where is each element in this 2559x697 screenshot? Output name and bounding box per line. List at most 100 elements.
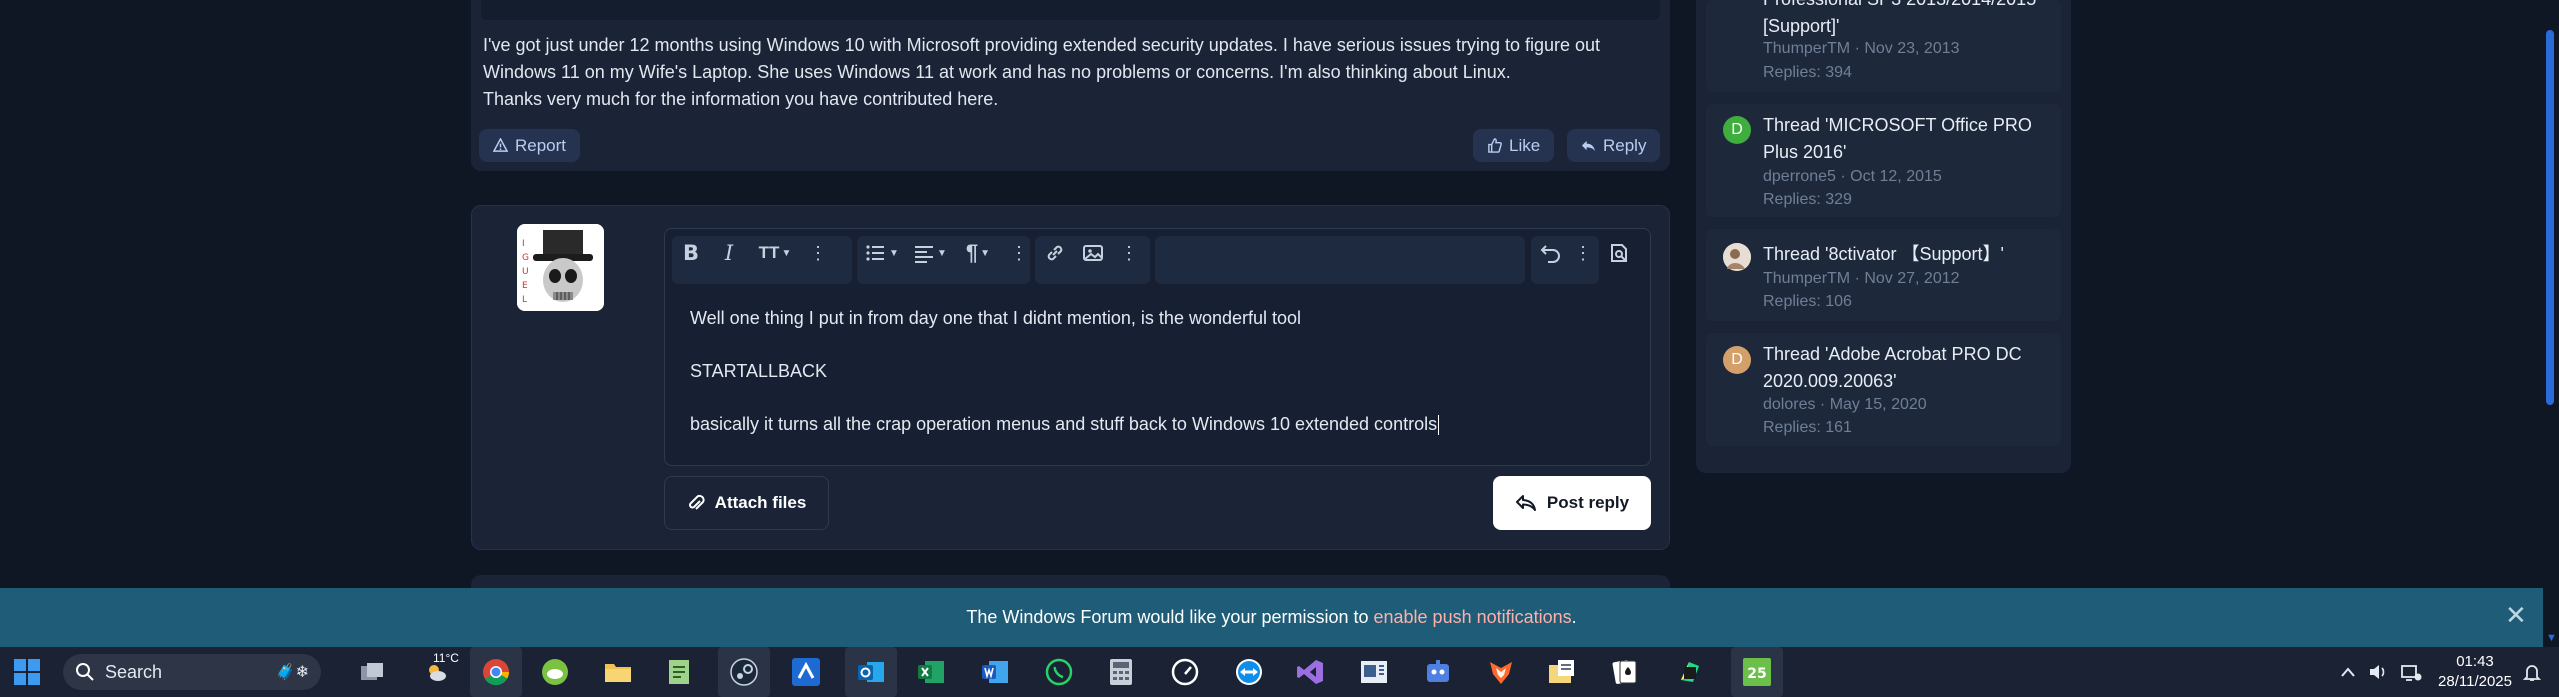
post-reply-button[interactable]: Post reply: [1493, 476, 1651, 530]
svg-text:I: I: [522, 239, 525, 249]
speaker-icon[interactable]: [2368, 647, 2388, 697]
svg-text:U: U: [522, 267, 529, 277]
cloud-app-icon[interactable]: [538, 655, 572, 689]
windows-logo-icon: [14, 659, 40, 685]
link-icon[interactable]: [1041, 239, 1069, 267]
thread-title[interactable]: Professional SP3 2013/2014/2015 [Support…: [1763, 0, 2053, 40]
teamviewer-icon[interactable]: [1232, 655, 1266, 689]
visual-studio-icon[interactable]: [1293, 655, 1327, 689]
preview-icon[interactable]: [1605, 239, 1633, 267]
editor-toolbar: B I TT ▼ ⋮ ▼ ▼ ¶ ▼ ⋮ ⋮ ⋮: [665, 229, 1650, 291]
previous-post-header-strip: [481, 0, 1660, 20]
reply-arrow-icon: [1515, 495, 1536, 511]
align-icon[interactable]: ▼: [910, 239, 950, 267]
search-highlight-icon: 🧳❄: [275, 664, 309, 681]
tray-overflow-icon[interactable]: [2340, 647, 2356, 697]
sidebar-thread-item[interactable]: D Thread 'MICROSOFT Office PRO Plus 2016…: [1706, 104, 2061, 217]
quick-reply-form: I G U E L B I TT ▼ ⋮ ▼ ▼ ¶ ▼ ⋮ ⋮ ⋮ Well …: [471, 205, 1670, 550]
user-avatar: D: [1723, 116, 1751, 144]
start-button[interactable]: [10, 655, 44, 689]
paperclip-icon: [688, 494, 705, 510]
thread-meta: dperrone5 · Oct 12, 2015: [1763, 168, 1942, 185]
network-icon[interactable]: [2400, 647, 2422, 697]
clock-time: 01:43: [2456, 653, 2494, 670]
more-options-icon[interactable]: ⋮: [1005, 239, 1033, 267]
notepad-icon[interactable]: [662, 655, 696, 689]
undo-icon[interactable]: [1537, 239, 1565, 267]
list-icon[interactable]: ▼: [862, 239, 902, 267]
thread-title[interactable]: Thread 'Adobe Acrobat PRO DC 2020.009.20…: [1763, 341, 2053, 395]
thumbs-up-icon: [1488, 138, 1502, 153]
excel-icon[interactable]: [914, 655, 948, 689]
like-label: Like: [1509, 135, 1541, 155]
whatsapp-icon[interactable]: [1042, 655, 1076, 689]
thread-title[interactable]: Thread 'MICROSOFT Office PRO Plus 2016': [1763, 112, 2053, 166]
warning-icon: [493, 138, 508, 152]
italic-icon[interactable]: I: [715, 239, 743, 267]
file-explorer-icon[interactable]: [601, 655, 635, 689]
sidebar-thread-item[interactable]: D Thread 'Adobe Acrobat PRO DC 2020.009.…: [1706, 333, 2061, 446]
user-avatar: [1723, 243, 1751, 271]
sidebar-thread-item[interactable]: Professional SP3 2013/2014/2015 [Support…: [1706, 0, 2061, 92]
sidebar-thread-item[interactable]: Thread '8ctivator 【Support】' ThumperTM ·…: [1706, 229, 2061, 321]
app-folder-notes-icon[interactable]: [1545, 655, 1579, 689]
taskbar-clock[interactable]: 01:43 28/11/2025: [2430, 652, 2520, 692]
app-window-icon[interactable]: [1357, 655, 1391, 689]
speedometer-icon[interactable]: [1168, 655, 1202, 689]
solitaire-icon[interactable]: [1608, 655, 1642, 689]
image-icon[interactable]: [1079, 239, 1107, 267]
app-green-25-icon[interactable]: 25: [1731, 647, 1783, 697]
thread-title[interactable]: Thread '8ctivator 【Support】': [1763, 241, 2053, 268]
rich-text-editor[interactable]: B I TT ▼ ⋮ ▼ ▼ ¶ ▼ ⋮ ⋮ ⋮ Well one thing …: [664, 228, 1651, 466]
thread-date: Oct 12, 2015: [1850, 168, 1942, 185]
app-robot-icon[interactable]: [1421, 655, 1455, 689]
thread-author: dolores: [1763, 396, 1816, 413]
thread-replies: Replies: 161: [1763, 419, 1852, 436]
scroll-down-arrow-icon[interactable]: ▼: [2546, 632, 2557, 644]
outlook-icon[interactable]: [845, 647, 897, 697]
svg-text:25: 25: [1747, 666, 1766, 682]
more-options-icon[interactable]: ⋮: [804, 239, 832, 267]
windows-taskbar: Search 🧳❄ 11°C 25 01:43 28/11/2025: [0, 647, 2559, 697]
attach-files-label: Attach files: [714, 493, 807, 512]
scrollbar-thumb[interactable]: [2546, 30, 2554, 405]
calculator-icon[interactable]: [1104, 655, 1138, 689]
app-blue-icon[interactable]: [789, 655, 823, 689]
app-pycharm-icon[interactable]: [1672, 655, 1706, 689]
word-icon[interactable]: [978, 655, 1012, 689]
previous-post-body: I've got just under 12 months using Wind…: [483, 32, 1658, 113]
steam-icon[interactable]: [718, 647, 770, 697]
more-options-icon[interactable]: ⋮: [1569, 239, 1597, 267]
notification-bell-icon[interactable]: [2522, 647, 2542, 697]
thread-author: ThumperTM: [1763, 40, 1851, 57]
close-icon[interactable]: ✕: [2505, 600, 2527, 631]
thread-meta: ThumperTM · Nov 27, 2012: [1763, 270, 1960, 287]
previous-post-line: Thanks very much for the information you…: [483, 89, 999, 109]
thread-date: Nov 27, 2012: [1864, 270, 1960, 287]
report-button[interactable]: Report: [479, 129, 581, 162]
editor-line: basically it turns all the crap operatio…: [690, 411, 1630, 437]
more-options-icon[interactable]: ⋮: [1115, 239, 1143, 267]
attach-files-button[interactable]: Attach files: [664, 476, 829, 530]
brave-icon[interactable]: [1484, 655, 1518, 689]
text-size-icon[interactable]: TT ▼: [755, 239, 795, 267]
weather-temp: 11°C: [433, 651, 459, 665]
chrome-icon[interactable]: [470, 647, 522, 697]
avatar-image: [1723, 243, 1751, 271]
taskbar-search[interactable]: Search 🧳❄: [63, 654, 321, 690]
notification-text: The Windows Forum would like your permis…: [966, 607, 1369, 627]
user-avatar: I G U E L: [517, 224, 604, 311]
svg-text:G: G: [522, 253, 529, 263]
paragraph-icon[interactable]: ¶ ▼: [958, 239, 998, 267]
enable-push-notifications-link[interactable]: enable push notifications: [1374, 607, 1572, 628]
previous-post: I've got just under 12 months using Wind…: [471, 0, 1670, 171]
like-button[interactable]: Like: [1473, 129, 1555, 162]
toolbar-group-empty: [1155, 236, 1525, 284]
reply-button[interactable]: Reply: [1567, 129, 1661, 162]
reply-arrow-icon: [1581, 140, 1596, 152]
task-view-icon[interactable]: [355, 655, 389, 689]
editor-content[interactable]: Well one thing I put in from day one tha…: [690, 305, 1630, 464]
bold-icon[interactable]: B: [677, 239, 705, 267]
thread-meta: dolores · May 15, 2020: [1763, 396, 1927, 413]
weather-widget[interactable]: 11°C: [413, 651, 459, 689]
